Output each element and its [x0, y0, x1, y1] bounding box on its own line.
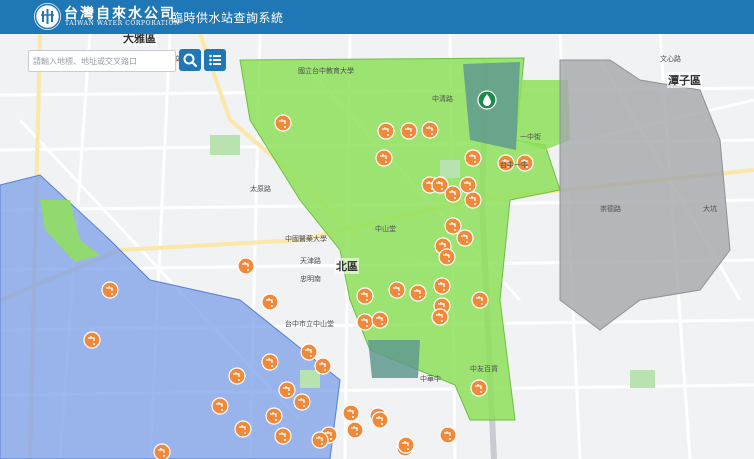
water-station-marker[interactable] [101, 281, 119, 299]
water-station-marker[interactable] [356, 287, 374, 305]
water-station-marker[interactable] [444, 217, 462, 235]
water-station-marker[interactable] [431, 308, 449, 326]
place-label: 台中一中 [500, 161, 528, 169]
place-label: 太原路 [250, 185, 271, 193]
water-station-marker[interactable] [377, 122, 395, 140]
place-label: 文心路 [660, 55, 681, 63]
place-label: 國立台中教育大學 [298, 67, 354, 75]
water-station-marker[interactable] [228, 367, 246, 385]
company-logo [34, 3, 61, 30]
water-station-marker[interactable] [356, 313, 374, 331]
search-box [28, 50, 177, 72]
place-label: 中山堂 [375, 225, 396, 233]
water-station-marker[interactable] [456, 229, 474, 247]
water-station-marker[interactable] [234, 420, 252, 438]
water-station-marker[interactable] [388, 281, 406, 299]
water-station-marker[interactable] [314, 357, 332, 375]
app-header: 台灣自來水公司 TAIWAN WATER CORPORATION 臨時供水站查詢… [0, 0, 754, 34]
water-station-marker[interactable] [274, 427, 292, 445]
water-station-marker[interactable] [237, 257, 255, 275]
water-station-marker[interactable] [311, 431, 329, 449]
water-station-marker[interactable] [439, 426, 457, 444]
search-button[interactable] [179, 49, 201, 71]
water-station-marker[interactable] [375, 149, 393, 167]
water-company-logo-icon [34, 3, 61, 30]
water-station-marker[interactable] [444, 185, 462, 203]
water-station-marker[interactable] [464, 149, 482, 167]
water-station-marker[interactable] [300, 343, 318, 361]
water-station-marker[interactable] [400, 122, 418, 140]
station-markers [83, 90, 534, 459]
water-station-marker[interactable] [371, 411, 389, 429]
place-label: 大坑 [703, 205, 717, 213]
place-label: 忠明南 [300, 275, 321, 283]
water-station-marker[interactable] [83, 331, 101, 349]
search-icon [183, 53, 198, 68]
search-input[interactable] [29, 51, 177, 71]
water-station-marker[interactable] [293, 393, 311, 411]
water-station-marker[interactable] [371, 311, 389, 329]
water-station-marker[interactable] [464, 191, 482, 209]
place-label: 中友百貨 [470, 365, 498, 373]
place-label: 中國醫藥大學 [285, 235, 327, 243]
water-station-marker[interactable] [409, 284, 427, 302]
water-station-marker[interactable] [346, 421, 364, 439]
place-label: 崇德路 [600, 205, 621, 213]
place-label: 中清路 [432, 95, 453, 103]
list-button[interactable] [204, 49, 226, 71]
water-station-marker[interactable] [397, 436, 415, 454]
water-station-marker[interactable] [261, 353, 279, 371]
system-title: 臨時供水站查詢系統 [171, 11, 284, 25]
water-station-marker[interactable] [438, 248, 456, 266]
water-station-marker[interactable] [211, 397, 229, 415]
water-station-marker[interactable] [261, 293, 279, 311]
district-label-north: 北區 [335, 258, 359, 274]
list-icon [209, 54, 221, 66]
water-station-marker[interactable] [433, 277, 451, 295]
water-facility-marker[interactable] [477, 90, 497, 110]
place-label: 一中街 [520, 133, 541, 141]
water-station-marker[interactable] [471, 291, 489, 309]
place-label: 台中市立中山堂 [285, 320, 334, 328]
water-station-marker[interactable] [265, 407, 283, 425]
district-label-tanzi: 潭子區 [667, 72, 702, 88]
water-station-marker[interactable] [470, 379, 488, 397]
brand-name-en: TAIWAN WATER CORPORATION [65, 20, 180, 27]
water-station-marker[interactable] [153, 443, 171, 459]
place-label: 天津路 [300, 257, 321, 265]
map[interactable]: 北區 潭子區 大雅區 台中一中 中友百貨 國立台中教育大學 中山堂 天津路 忠明… [0, 30, 754, 459]
water-station-marker[interactable] [342, 404, 360, 422]
water-station-marker[interactable] [421, 121, 439, 139]
place-label: 中華中 [420, 375, 441, 383]
water-station-marker[interactable] [459, 176, 477, 194]
water-station-marker[interactable] [274, 114, 292, 132]
water-station-marker[interactable] [278, 381, 296, 399]
